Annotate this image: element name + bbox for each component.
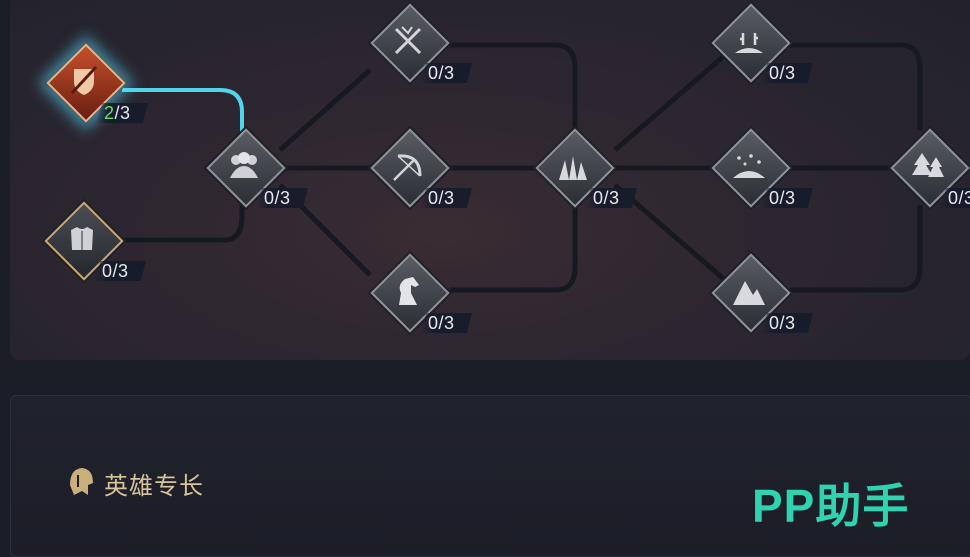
link (450, 205, 578, 293)
talent-node-desert[interactable]: 0/3 (703, 0, 813, 90)
specialty-label: 英雄专长 (104, 473, 204, 500)
snowfield-icon (726, 143, 772, 189)
talent-node-swords[interactable]: 0/3 (362, 0, 472, 90)
pine-tree-icon (905, 143, 951, 189)
grass-icon (550, 143, 596, 189)
helmet-icon (66, 465, 96, 502)
cactus-icon (726, 18, 772, 64)
node-count: 0/3 (761, 188, 813, 208)
talent-tree-panel (10, 0, 970, 360)
node-count: 0/3 (256, 188, 308, 208)
watermark-logo: PP助手 (752, 480, 910, 532)
crossed-swords-icon (385, 18, 431, 64)
armor-icon (59, 216, 105, 262)
talent-node-bow[interactable]: 0/3 (362, 125, 472, 215)
node-count: 0/3 (761, 63, 813, 83)
link (790, 205, 923, 293)
hero-specialty-header[interactable]: 英雄专长 (66, 465, 204, 502)
talent-node-grass[interactable]: 0/3 (527, 125, 637, 215)
node-count: 0/3 (420, 188, 472, 208)
horse-icon (385, 268, 431, 314)
bow-icon (385, 143, 431, 189)
talent-node-snow[interactable]: 0/3 (703, 125, 813, 215)
node-count: 0/3 (94, 261, 146, 281)
talent-node-forest[interactable]: 0/3 (882, 125, 970, 215)
node-count: 2/3 (96, 103, 148, 123)
node-count: 0/3 (761, 313, 813, 333)
talent-node-cavalry[interactable]: 0/3 (362, 250, 472, 340)
shield-spear-icon (61, 58, 107, 104)
talent-node-troops[interactable]: 0/3 (198, 125, 308, 215)
link (790, 42, 923, 130)
group-icon (221, 143, 267, 189)
node-count: 0/3 (420, 313, 472, 333)
link (278, 68, 372, 152)
mountain-icon (726, 268, 772, 314)
talent-node-mountain[interactable]: 0/3 (703, 250, 813, 340)
node-count: 0/3 (420, 63, 472, 83)
node-count: 0/3 (585, 188, 637, 208)
talent-node-armor[interactable]: 0/3 (36, 198, 146, 288)
link (450, 42, 578, 130)
tree-connections (122, 42, 923, 293)
talent-node-hero-skill[interactable]: 2/3 (38, 40, 148, 130)
